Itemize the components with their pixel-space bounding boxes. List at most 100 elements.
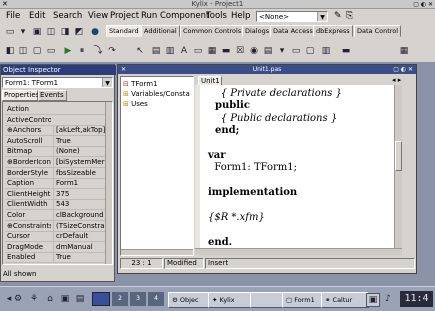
desktop-pager-3[interactable]: 3 [130,292,146,306]
code-line[interactable]: {$R *.xfm} [208,211,265,225]
menu-help[interactable]: Help [231,11,250,21]
open-project-icon[interactable]: ◨ [59,26,71,38]
property-row[interactable]: ⊕Anchors [akLeft,akTop] [5,125,109,137]
menu-search[interactable]: Search [53,11,82,21]
tree-item-variables[interactable]: ⊞ Variables/Consta [123,90,193,98]
property-row[interactable]: ⊕BorderIcons [biSystemMer [5,157,109,168]
chevron-down-icon[interactable]: ▼ [317,12,327,21]
new-icon[interactable]: ▭ [4,26,16,38]
property-row[interactable]: Color clBackground [5,210,109,221]
menu-project[interactable]: Project [110,11,139,21]
groupbox-component-icon[interactable]: ▢ [304,45,316,57]
new-form-icon[interactable]: ▭ [45,45,57,57]
pause-icon[interactable]: ⏸ [76,45,88,57]
tab-standard[interactable]: Standard [106,25,142,37]
open-icon[interactable]: ▾ [17,26,29,38]
tab-common-controls[interactable]: Common Controls [180,25,245,37]
property-row[interactable]: Action [5,104,109,115]
toggle-form-unit-icon[interactable]: ▢ [31,45,43,57]
checkbox-component-icon[interactable]: ☒ [234,45,246,57]
back-forward-icon[interactable]: ◂ ▸ [392,76,401,84]
actionlist-component-icon[interactable]: ▦ [398,45,410,57]
mainmenu-component-icon[interactable]: ▤ [150,45,162,57]
tab-properties[interactable]: Properties [2,90,39,101]
menu-file[interactable]: File [6,11,20,21]
monitor-icon[interactable]: ▤ [74,293,86,305]
pointer-icon[interactable]: ↖ [134,45,146,57]
object-selector[interactable]: Form1: TForm1 ▼ [2,77,113,88]
editor-vscroll[interactable] [394,85,402,248]
menu-view[interactable]: View [88,11,108,21]
tab-data-access[interactable]: Data Access [270,25,316,37]
menu-component[interactable]: Component [160,11,209,21]
window-buttons[interactable]: ▢ ◐ ✕ [413,1,433,8]
property-row[interactable]: AutoScroll True [5,135,109,147]
property-value[interactable]: [biSystemMer [53,157,109,167]
tab-additional[interactable]: Additional [141,25,180,37]
menu-tools[interactable]: Tools [206,11,227,21]
remove-file-icon[interactable]: ● [89,26,101,38]
property-value[interactable]: (None) [53,146,109,157]
task-caltur[interactable]: ⚭ Caltur [321,292,369,308]
button-component-icon[interactable]: ▬ [220,45,232,57]
view-unit-icon[interactable]: ◧ [4,45,16,57]
step-over-icon[interactable]: ↷ [106,45,118,57]
trace-into-icon[interactable]: ⤵ [92,45,104,57]
editor-vscroll-thumb[interactable] [395,141,402,171]
editor-hscroll[interactable] [195,248,402,255]
combobox-component-icon[interactable]: ▾ [276,45,288,57]
property-value[interactable]: 543 [53,199,109,210]
edit-component-icon[interactable]: ▭ [192,45,204,57]
view-form-icon[interactable]: ◫ [17,45,29,57]
property-row[interactable]: Enabled True [5,252,109,264]
network-icon[interactable]: ⚘ [28,293,40,305]
code-explorer-hscroll[interactable] [121,249,193,255]
run-icon[interactable]: ▶ [62,45,74,57]
tab-dbexpress[interactable]: dbExpress [313,25,353,37]
tab-data-control[interactable]: Data Control [354,25,402,37]
panel-component-icon[interactable]: ▬ [340,45,352,57]
property-value[interactable]: True [53,252,109,263]
popupmenu-component-icon[interactable]: ▥ [164,45,176,57]
code-area[interactable]: { Private declarations } public { Public… [200,85,394,248]
property-value[interactable]: True [53,135,109,146]
tray-icon[interactable]: ▣ [366,293,380,307]
label-component-icon[interactable]: A [178,45,190,57]
add-file-icon[interactable]: ◩ [73,26,85,38]
property-row[interactable]: DragMode dmManual [5,241,109,253]
property-row[interactable]: Cursor crDefault [5,231,109,243]
property-row[interactable]: ActiveContro [5,115,109,126]
property-row[interactable]: ClientHeight 375 [5,188,109,200]
save-icon[interactable]: ▣ [31,26,43,38]
menu-run[interactable]: Run [141,11,157,21]
chevron-down-icon[interactable]: ▼ [102,78,112,87]
desktop-pager-1[interactable] [92,292,110,306]
task-kylix[interactable]: ✦ Kylix [208,292,256,308]
editor-window-buttons[interactable]: ▢ ◐ ✕ [393,65,413,74]
desktop-combo[interactable]: <None> ▼ [256,11,328,22]
property-grid-scrollbar[interactable] [105,102,112,264]
volume-icon[interactable]: ♪ [382,293,394,305]
property-value[interactable]: dmManual [53,241,109,252]
memo-component-icon[interactable]: ▦ [206,45,218,57]
property-row[interactable]: Bitmap (None) [5,146,109,158]
radiogroup-component-icon[interactable]: ▥ [320,45,332,57]
property-value[interactable]: crDefault [53,231,109,242]
property-value[interactable]: fbsSizeable [53,167,109,178]
save-desktop-icon[interactable]: ✎ [334,11,342,21]
terminal-icon[interactable]: ▣ [59,293,71,305]
property-value[interactable]: 375 [53,188,109,199]
save-all-icon[interactable]: ◫ [45,26,57,38]
desktop-pager-4[interactable]: 4 [148,292,164,306]
code-line[interactable]: end; [208,124,239,138]
tree-item-uses[interactable]: ⊞ Uses [123,100,148,108]
tab-events[interactable]: Events [38,90,67,101]
property-value[interactable]: Form1 [53,178,109,189]
menu-edit[interactable]: Edit [29,11,45,21]
property-row[interactable]: ClientWidth 543 [5,199,109,211]
scrollbar-component-icon[interactable]: ▭ [290,45,302,57]
property-row[interactable]: BorderStyle fbsSizeable [5,167,109,179]
property-row[interactable]: Caption Form1 [5,178,109,190]
radiobutton-component-icon[interactable]: ◉ [248,45,260,57]
tab-dialogs[interactable]: Dialogs [242,25,273,37]
